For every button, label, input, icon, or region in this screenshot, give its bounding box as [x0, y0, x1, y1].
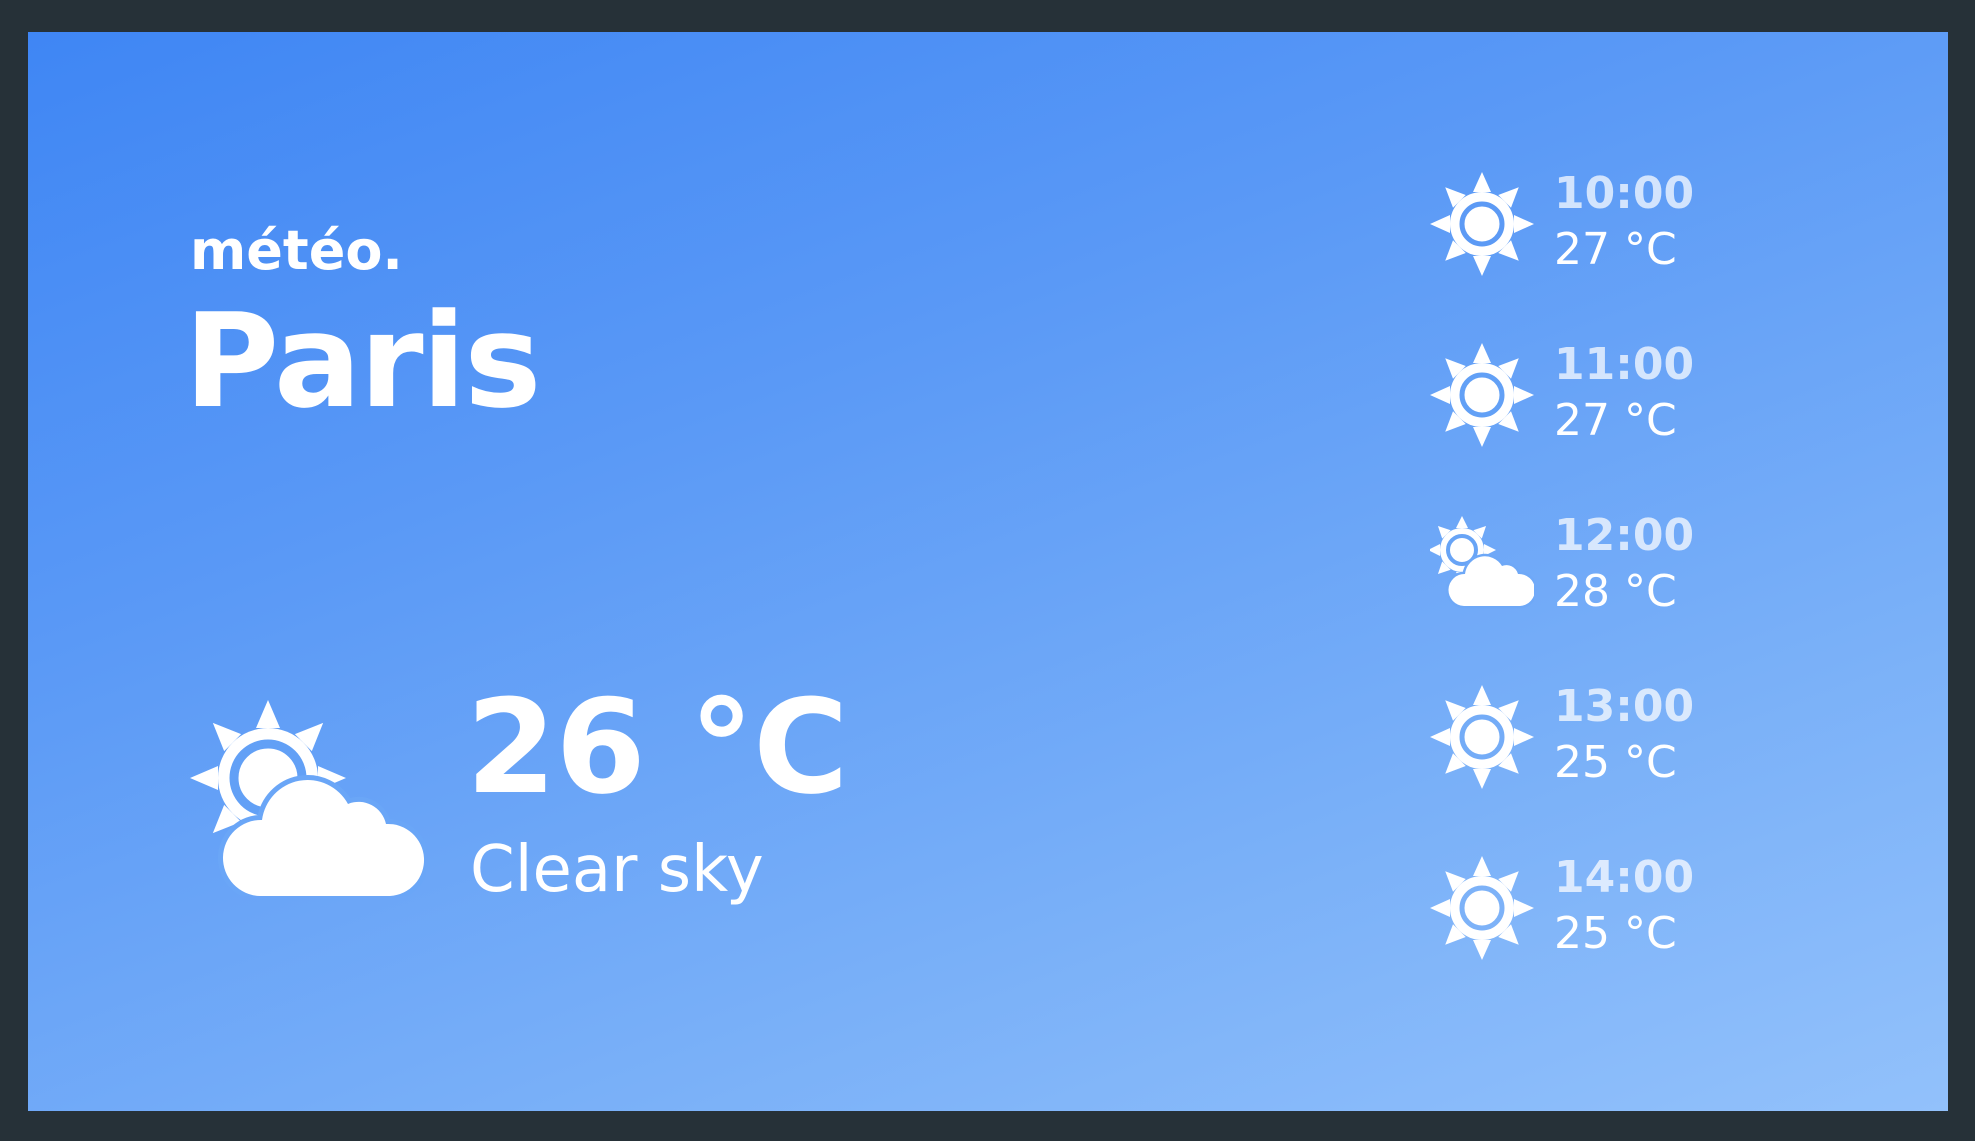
- sun-icon: [1430, 856, 1534, 960]
- sun-icon: [1430, 343, 1534, 447]
- city-name: Paris: [184, 285, 542, 437]
- sun-icon: [1430, 685, 1534, 789]
- forecast-temperature: 27 °C: [1554, 395, 1677, 446]
- forecast-time: 10:00: [1554, 168, 1695, 219]
- forecast-time: 14:00: [1554, 852, 1695, 903]
- current-temperature: 26 °C: [466, 671, 849, 823]
- forecast-time: 13:00: [1554, 681, 1695, 732]
- forecast-item: 11:00 27 °C: [1430, 343, 1850, 514]
- forecast-time: 12:00: [1554, 510, 1695, 561]
- forecast-item: 10:00 27 °C: [1430, 172, 1850, 343]
- forecast-item: 12:00 28 °C: [1428, 510, 1850, 685]
- forecast-item: 14:00 25 °C: [1430, 856, 1850, 1027]
- forecast-temperature: 27 °C: [1554, 224, 1677, 275]
- hourly-forecast: 10:00 27 °C 11:00 27 °C 12:00 28 °C 13:0…: [1428, 172, 1850, 1027]
- forecast-item: 13:00 25 °C: [1430, 685, 1850, 856]
- forecast-temperature: 25 °C: [1554, 737, 1677, 788]
- forecast-time: 11:00: [1554, 339, 1695, 390]
- display-frame: météo. Paris 26 °C Clear sky 10:00 27 °C…: [0, 0, 1975, 1141]
- partly-cloudy-icon: [1428, 514, 1538, 618]
- forecast-temperature: 25 °C: [1554, 908, 1677, 959]
- partly-cloudy-icon: [190, 700, 430, 901]
- app-brand: météo.: [190, 219, 403, 282]
- current-condition: Clear sky: [470, 833, 764, 907]
- weather-screen: météo. Paris 26 °C Clear sky 10:00 27 °C…: [28, 32, 1948, 1111]
- forecast-temperature: 28 °C: [1554, 566, 1677, 617]
- sun-icon: [1430, 172, 1534, 276]
